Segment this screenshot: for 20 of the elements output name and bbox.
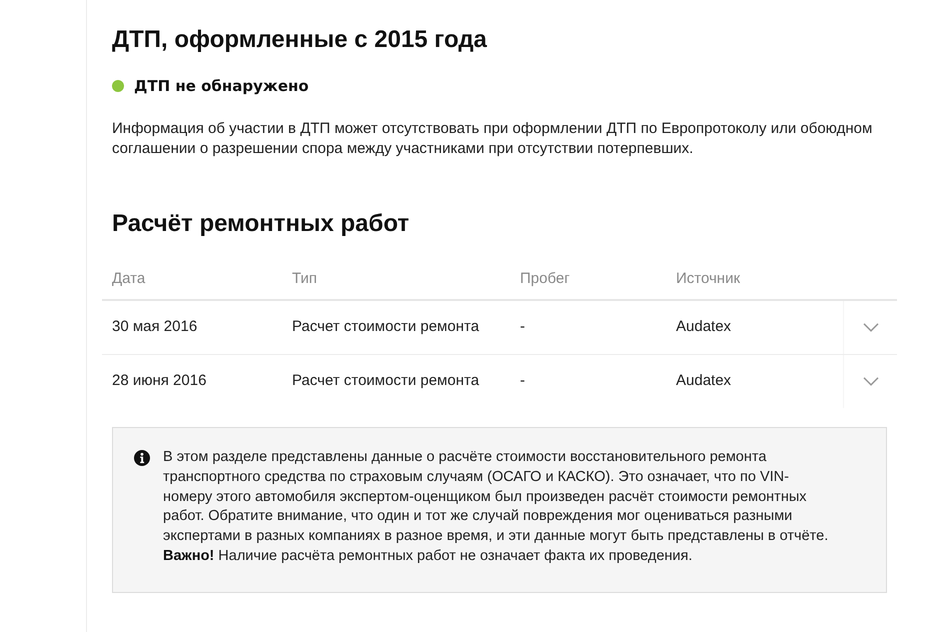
chevron-down-icon [862,323,878,332]
section-title: Расчёт ремонтных работ [112,210,410,238]
info-text: В этом разделе представлены данные о расчёте стоимости восстановительного ремонта транспортного средства по страховым случаям (ОСАГО и КАСКО). Это означает, что по VIN-номеру этого автомобиля экспертом-оценщиком был произведен расчёт стоимости ремонтных работ. Обратите внимание, что один и тот же случай повреждения мог оцениваться разными экспертами в разных компаниях в разное время, и эти данные могут быть представлены в отчёте. Важно! Наличие расчёта ремонтных работ не означает факта их проведения. [163,448,830,566]
column-header: Дата [111,269,146,289]
table-cell-text: - [520,371,526,391]
column-header: Источник [676,269,742,289]
column-header: Пробег [520,269,571,289]
table-cell-text: Расчет стоимости ремонта [292,317,480,337]
column-header: Тип [292,269,318,289]
status-text: ДТП не обнаружено [134,76,309,96]
note-text: Информация об участии в ДТП может отсутствовать при оформлении ДТП по Европротоколу или обоюдном соглашении о разрешении спора между участниками при отсутствии потерпевших. [112,119,874,159]
chevron-down-icon [862,377,878,386]
info-icon [134,450,150,466]
table-cell-text: Audatex [676,317,732,337]
table-cell-text: 28 июня 2016 [111,371,208,391]
table-cell-text: Расчет стоимости ремонта [292,371,480,391]
table-cell-text: Audatex [676,371,732,391]
table-cell-text: - [520,317,526,337]
section-title: ДТП, оформленные с 2015 года [112,26,488,54]
table-cell-text: 30 мая 2016 [111,317,198,337]
